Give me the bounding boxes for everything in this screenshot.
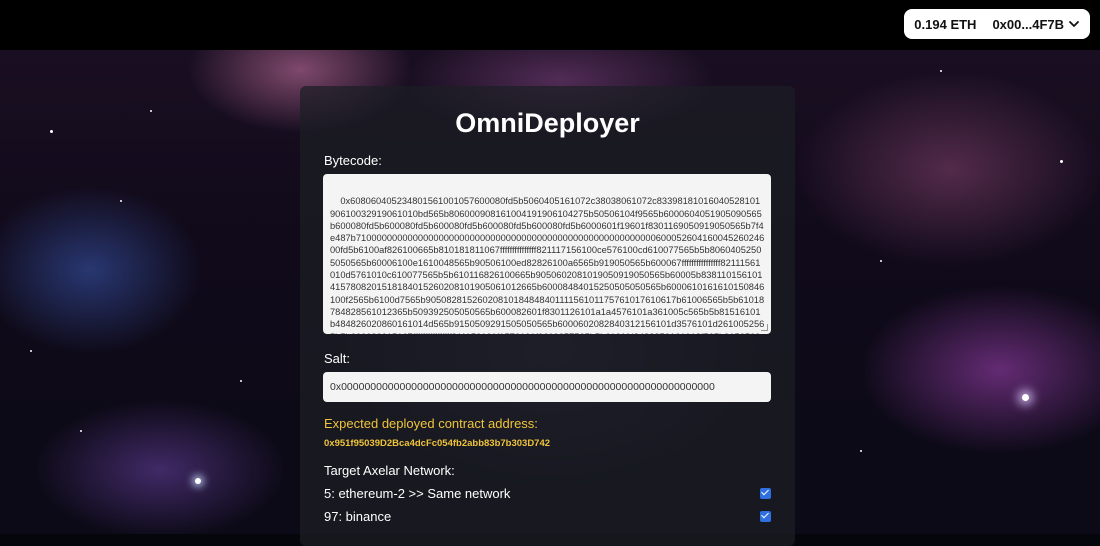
star (195, 478, 201, 484)
wallet-address-text: 0x00...4F7B (992, 16, 1064, 32)
wallet-button[interactable]: 0.194 ETH 0x00...4F7B (904, 9, 1090, 39)
expected-address-value: 0x951f95039D2Bca4dcFc054fb2abb83b7b303D7… (324, 438, 551, 449)
network-label: 97: binance (324, 508, 392, 524)
star (30, 350, 32, 352)
star (120, 200, 122, 202)
salt-label: Salt: (324, 351, 351, 366)
star (50, 130, 53, 133)
bytecode-value: 0x608060405234801561001057600080fd5b5060… (330, 196, 765, 334)
network-label: 5: ethereum-2 >> Same network (324, 485, 511, 501)
star (80, 430, 82, 432)
bytecode-label: Bytecode: (324, 153, 382, 168)
top-bar: 0.194 ETH 0x00...4F7B (0, 0, 1100, 50)
salt-input[interactable]: 0x00000000000000000000000000000000000000… (323, 372, 771, 402)
chevron-down-icon[interactable] (1068, 18, 1080, 30)
expected-address-label: Expected deployed contract address: (324, 416, 538, 431)
bytecode-textarea[interactable]: 0x608060405234801561001057600080fd5b5060… (323, 174, 771, 334)
page-title: OmniDeployer (455, 108, 640, 138)
network-row-binance[interactable]: 97: binance (324, 507, 771, 525)
network-checkbox-binance[interactable] (760, 510, 771, 522)
star (1060, 160, 1063, 163)
star (940, 70, 942, 72)
network-row-ethereum-2[interactable]: 5: ethereum-2 >> Same network (324, 484, 771, 502)
resize-handle-icon[interactable] (761, 324, 768, 331)
deployer-panel: OmniDeployer Bytecode: 0x608060405234801… (300, 86, 795, 546)
network-checkbox-ethereum-2[interactable] (760, 487, 771, 499)
star (1022, 394, 1029, 401)
star (150, 110, 152, 112)
star (860, 450, 862, 452)
wallet-balance: 0.194 ETH (914, 16, 977, 32)
star (240, 380, 242, 382)
target-network-label: Target Axelar Network: (324, 463, 455, 478)
star (880, 260, 882, 262)
wallet-address[interactable]: 0x00...4F7B (992, 17, 1080, 32)
